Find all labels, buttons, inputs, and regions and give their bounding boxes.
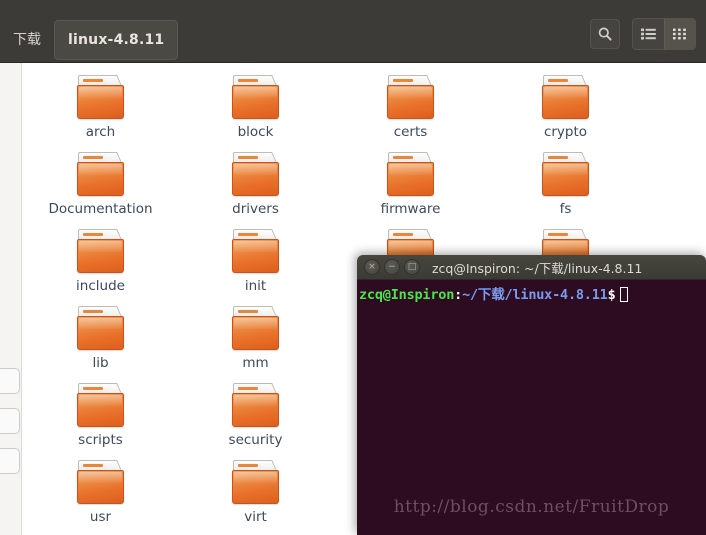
folder-label: fs <box>559 201 572 217</box>
close-button[interactable]: × <box>364 259 380 275</box>
folder-label: Documentation <box>48 201 153 217</box>
folder-item[interactable]: Documentation <box>23 152 178 217</box>
terminal-window[interactable]: × − □ zcq@Inspiron: ~/下载/linux-4.8.11 zc… <box>357 255 706 535</box>
folder-icon <box>76 306 125 350</box>
folder-item[interactable]: security <box>178 383 333 448</box>
folder-item[interactable]: virt <box>178 460 333 525</box>
folder-item[interactable]: crypto <box>488 75 643 140</box>
sidebar-edge[interactable] <box>0 63 22 535</box>
folder-item[interactable]: include <box>23 229 178 294</box>
terminal-body[interactable]: zcq@Inspiron:~/下载/linux-4.8.11$ http://b… <box>357 280 706 535</box>
folder-icon <box>76 152 125 196</box>
folder-label: arch <box>85 124 116 140</box>
folder-label: include <box>76 278 125 294</box>
folder-item[interactable]: certs <box>333 75 488 140</box>
list-view-icon <box>641 28 656 40</box>
folder-item[interactable]: usr <box>23 460 178 525</box>
watermark: http://blog.csdn.net/FruitDrop <box>393 497 670 517</box>
terminal-cursor <box>619 287 628 302</box>
folder-label: firmware <box>380 201 441 217</box>
folder-icon <box>541 152 590 196</box>
folder-label: block <box>237 124 274 140</box>
folder-icon <box>76 460 125 504</box>
folder-item[interactable]: lib <box>23 306 178 371</box>
view-mode-group <box>632 18 696 50</box>
folder-label: scripts <box>78 432 123 448</box>
sidebar-item-partial-3[interactable] <box>0 448 20 474</box>
folder-item[interactable]: arch <box>23 75 178 140</box>
grid-view-button[interactable] <box>664 19 695 49</box>
folder-label: virt <box>244 509 267 525</box>
folder-label: drivers <box>232 201 279 217</box>
folder-item[interactable]: firmware <box>333 152 488 217</box>
folder-icon <box>76 229 125 273</box>
folder-icon <box>386 75 435 119</box>
terminal-title: zcq@Inspiron: ~/下载/linux-4.8.11 <box>432 260 643 276</box>
folder-label: security <box>228 432 283 448</box>
maximize-icon: □ <box>407 261 417 272</box>
folder-item[interactable]: block <box>178 75 333 140</box>
breadcrumb-label: 下载 <box>13 32 41 48</box>
file-manager-header: 下载 linux-4.8.11 <box>0 0 706 63</box>
folder-icon <box>231 306 280 350</box>
close-icon: × <box>368 261 376 272</box>
breadcrumb-label: linux-4.8.11 <box>68 32 165 48</box>
folder-item[interactable]: init <box>178 229 333 294</box>
folder-label: lib <box>92 355 109 371</box>
prompt-dollar: $ <box>607 287 616 303</box>
breadcrumb: 下载 linux-4.8.11 <box>0 20 179 60</box>
prompt-path: ~/下载/linux-4.8.11 <box>462 287 608 303</box>
minimize-icon: − <box>388 261 396 272</box>
grid-view-icon <box>673 28 687 40</box>
folder-item[interactable]: drivers <box>178 152 333 217</box>
minimize-button[interactable]: − <box>384 259 400 275</box>
folder-label: crypto <box>543 124 588 140</box>
folder-icon <box>231 383 280 427</box>
folder-icon <box>541 75 590 119</box>
screen: 下载 linux-4.8.11 arch block certs crypto … <box>0 0 706 535</box>
search-button[interactable] <box>590 19 620 49</box>
list-view-button[interactable] <box>633 19 664 49</box>
folder-icon <box>231 152 280 196</box>
folder-icon <box>76 383 125 427</box>
terminal-prompt-line: zcq@Inspiron:~/下载/linux-4.8.11$ <box>359 286 706 304</box>
breadcrumb-item-current[interactable]: linux-4.8.11 <box>54 20 179 60</box>
folder-icon <box>231 229 280 273</box>
sidebar-item-partial-1[interactable] <box>0 368 20 394</box>
breadcrumb-item-downloads[interactable]: 下载 <box>0 20 54 60</box>
maximize-button[interactable]: □ <box>404 259 420 275</box>
window-controls: × − □ <box>364 259 420 275</box>
folder-label: usr <box>89 509 112 525</box>
folder-label: certs <box>393 124 428 140</box>
folder-icon <box>76 75 125 119</box>
folder-item[interactable]: scripts <box>23 383 178 448</box>
prompt-user-host: zcq@Inspiron <box>359 287 455 303</box>
toolbar <box>590 18 696 50</box>
terminal-titlebar[interactable]: × − □ zcq@Inspiron: ~/下载/linux-4.8.11 <box>357 255 706 280</box>
folder-label: init <box>244 278 267 294</box>
folder-icon <box>231 75 280 119</box>
folder-icon <box>386 152 435 196</box>
folder-icon <box>231 460 280 504</box>
folder-item[interactable]: mm <box>178 306 333 371</box>
sidebar-item-partial-2[interactable] <box>0 408 20 434</box>
prompt-colon: : <box>454 287 463 303</box>
search-icon <box>597 26 613 42</box>
folder-label: mm <box>242 355 269 371</box>
folder-item[interactable]: fs <box>488 152 643 217</box>
